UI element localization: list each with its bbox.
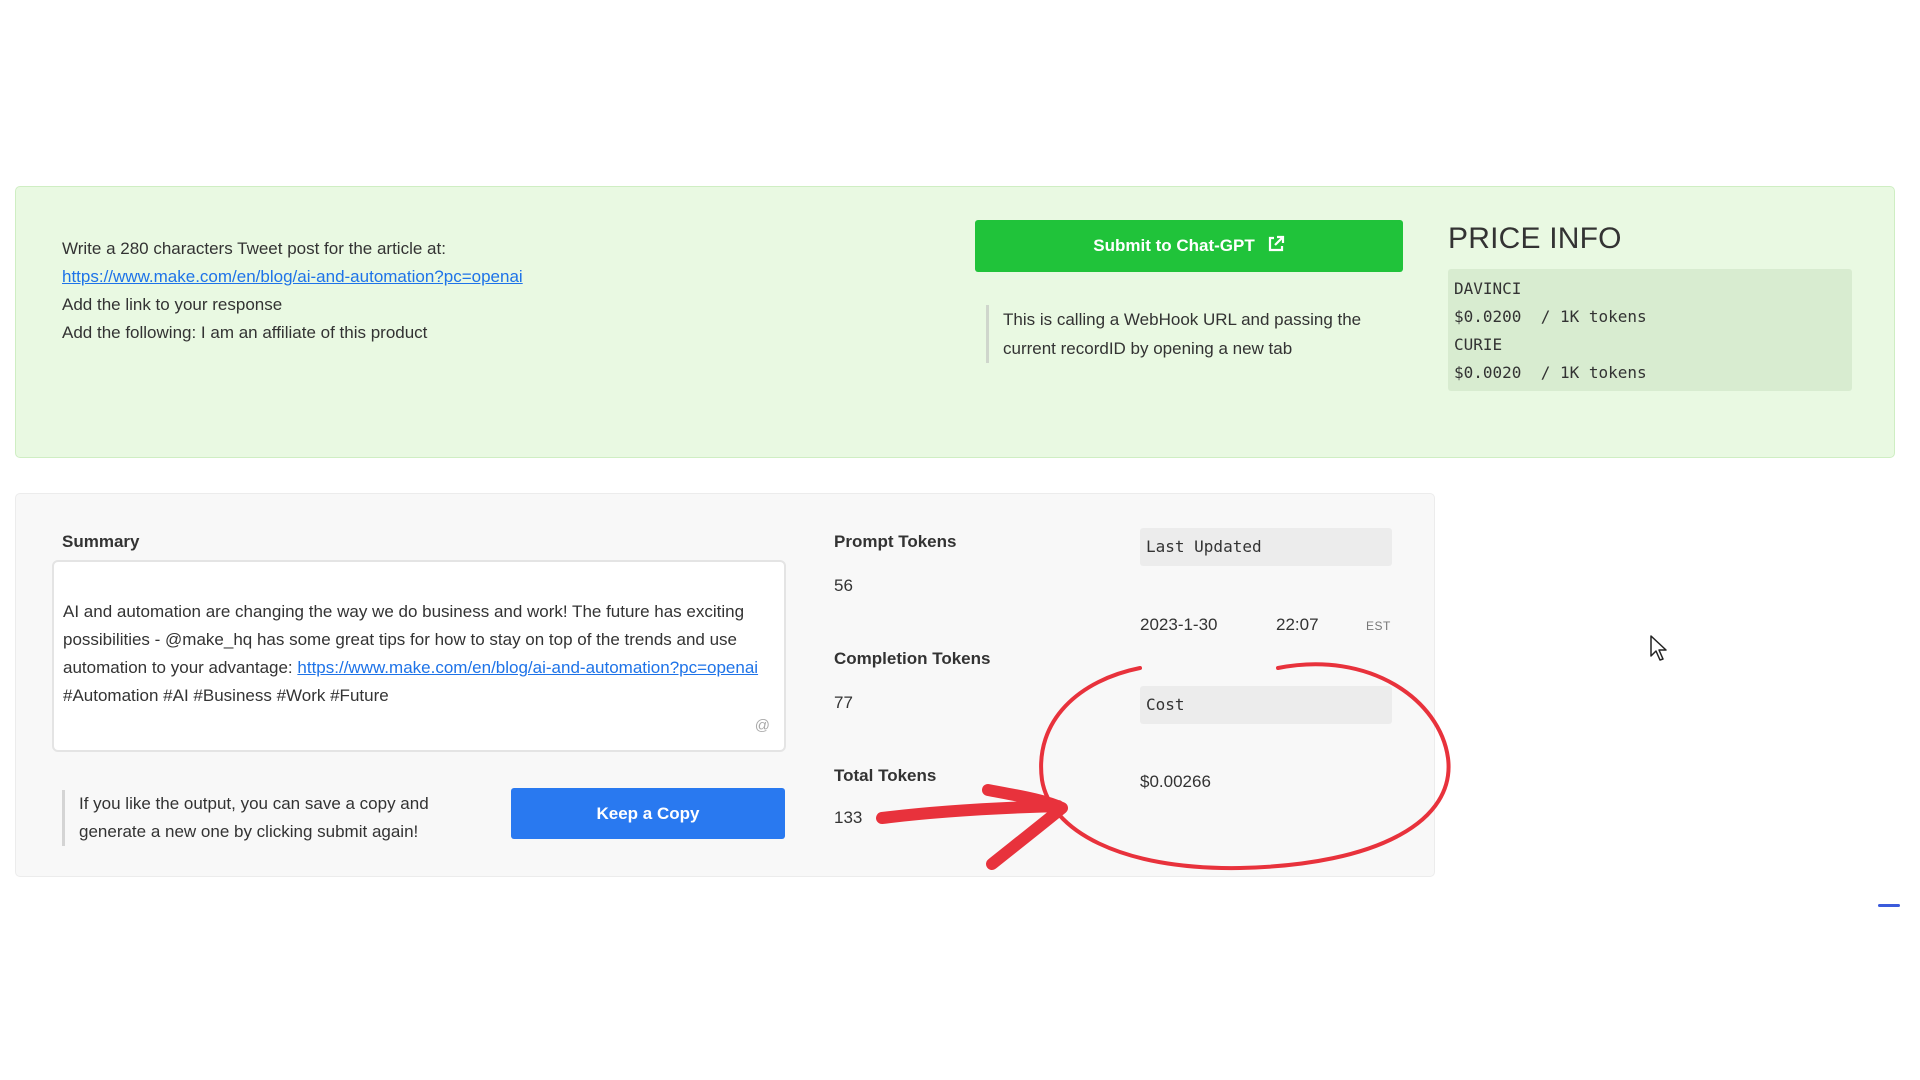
- summary-label: Summary: [62, 532, 140, 551]
- last-updated-date: 2023-1-30: [1140, 615, 1218, 634]
- price-info-box: DAVINCI $0.0200 / 1K tokens CURIE $0.002…: [1448, 269, 1852, 391]
- article-link[interactable]: https://www.make.com/en/blog/ai-and-auto…: [62, 267, 523, 286]
- total-tokens-label: Total Tokens: [834, 766, 937, 785]
- result-panel: Summary AI and automation are changing t…: [15, 493, 1435, 877]
- external-link-icon: [1267, 235, 1285, 258]
- price-model-curie: CURIE: [1454, 335, 1503, 354]
- summary-textarea[interactable]: AI and automation are changing the way w…: [52, 560, 786, 752]
- price-model-davinci: DAVINCI: [1454, 279, 1522, 298]
- at-mention-icon[interactable]: @: [755, 712, 770, 740]
- last-updated-time: 22:07: [1276, 615, 1319, 634]
- cost-value: $0.00266: [1140, 772, 1211, 791]
- last-updated-label: Last Updated: [1140, 528, 1392, 566]
- submit-button-label: Submit to Chat-GPT: [1093, 236, 1255, 255]
- prompt-line-1: Write a 280 characters Tweet post for th…: [62, 239, 446, 258]
- keep-a-copy-button[interactable]: Keep a Copy: [511, 788, 785, 839]
- summary-link[interactable]: https://www.make.com/en/blog/ai-and-auto…: [297, 658, 758, 677]
- price-info-title: PRICE INFO: [1448, 222, 1622, 255]
- submit-to-chatgpt-button[interactable]: Submit to Chat-GPT: [975, 220, 1403, 272]
- prompt-text: Write a 280 characters Tweet post for th…: [62, 235, 762, 347]
- prompt-panel: Write a 280 characters Tweet post for th…: [15, 186, 1895, 458]
- summary-text-after: #Automation #AI #Business #Work #Future: [63, 686, 389, 705]
- webhook-note: This is calling a WebHook URL and passin…: [986, 305, 1413, 363]
- cost-label: Cost: [1140, 686, 1392, 724]
- prompt-line-3: Add the link to your response: [62, 295, 283, 314]
- keep-copy-note: If you like the output, you can save a c…: [62, 790, 479, 846]
- price-value-davinci: $0.0200 / 1K tokens: [1454, 307, 1647, 326]
- total-tokens-value: 133: [834, 808, 863, 827]
- prompt-tokens-label: Prompt Tokens: [834, 532, 957, 551]
- price-value-curie: $0.0020 / 1K tokens: [1454, 363, 1647, 382]
- corner-marker: [1878, 904, 1900, 907]
- completion-tokens-value: 77: [834, 693, 853, 712]
- completion-tokens-label: Completion Tokens: [834, 649, 991, 668]
- mouse-cursor-icon: [1650, 635, 1667, 661]
- prompt-line-4: Add the following: I am an affiliate of …: [62, 323, 428, 342]
- timezone-label: EST: [1366, 619, 1391, 633]
- prompt-tokens-value: 56: [834, 576, 853, 595]
